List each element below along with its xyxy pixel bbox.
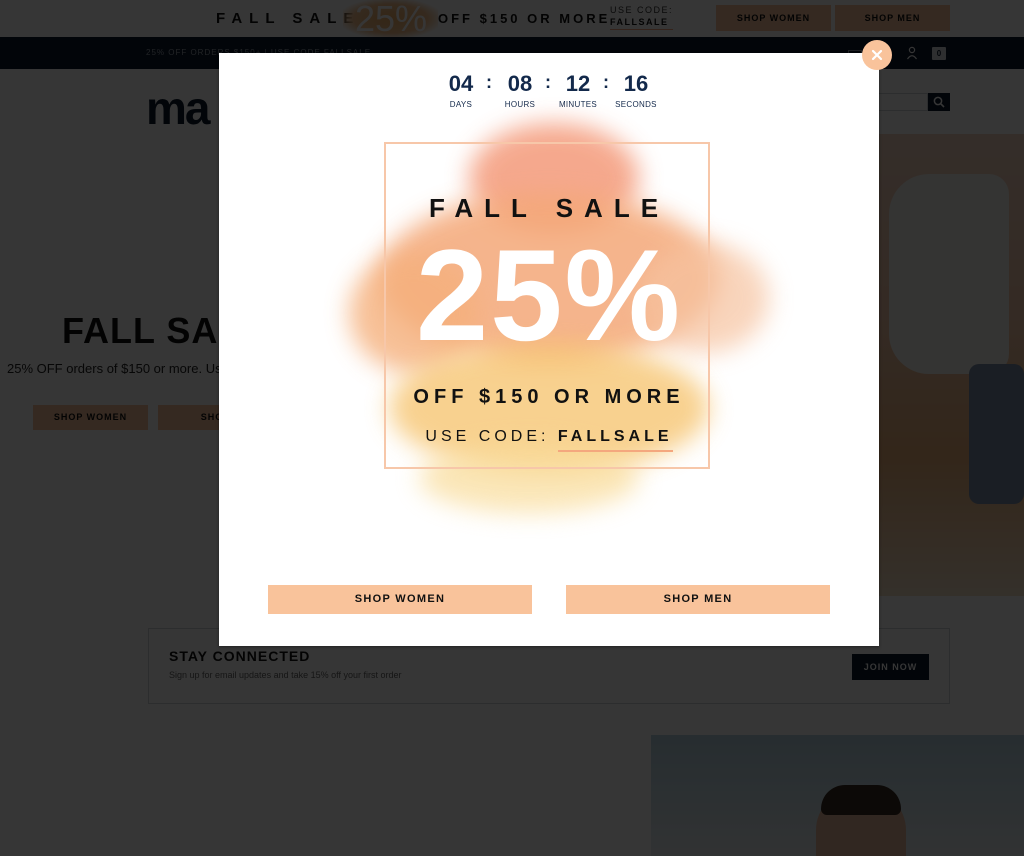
countdown-minutes: 12 MINUTES [548,69,608,109]
banner-offer: OFF $150 OR MORE [413,386,685,408]
banner-code-label: USE CODE: [425,428,550,445]
banner-percent: 25% [415,222,683,368]
modal-shop-men-button[interactable]: SHOP MEN [566,585,830,614]
countdown-label: MINUTES [558,100,598,109]
sale-modal: 04 DAYS : 08 HOURS : 12 MINUTES : 16 SEC… [219,53,879,646]
banner-code-line: USE CODE: FALLSALE [299,428,799,452]
countdown-label: DAYS [449,100,473,109]
close-icon [871,49,883,61]
countdown-seconds: 16 SECONDS [606,69,666,109]
banner-title: FALL SALE [428,193,670,223]
countdown-timer: 04 DAYS : 08 HOURS : 12 MINUTES : 16 SEC… [219,69,879,119]
sale-banner: FALL SALE 25% OFF $150 OR MORE USE CODE:… [299,113,799,533]
countdown-value: 12 [565,71,591,96]
countdown-label: HOURS [504,100,536,109]
countdown-value: 08 [507,71,533,96]
countdown-label: SECONDS [615,100,657,109]
countdown-value: 16 [623,71,649,96]
countdown-days: 04 DAYS [431,69,491,109]
banner-code-value: FALLSALE [557,428,673,452]
countdown-hours: 08 HOURS [490,69,550,109]
countdown-value: 04 [448,71,474,96]
modal-close-button[interactable] [862,40,892,70]
modal-shop-women-button[interactable]: SHOP WOMEN [268,585,532,614]
